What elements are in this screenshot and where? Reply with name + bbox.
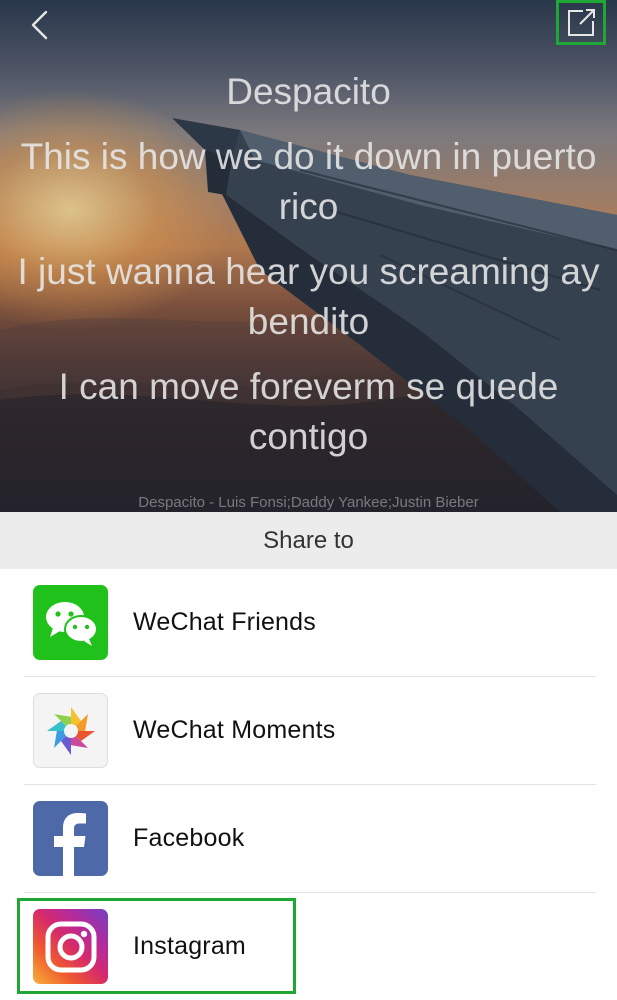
wechat-moments-icon xyxy=(33,693,108,768)
lyric-line: I just wanna hear you screaming ay bendi… xyxy=(17,251,600,342)
share-sheet-title: Share to xyxy=(0,512,617,569)
external-share-icon xyxy=(568,8,595,36)
song-title: Despacito xyxy=(226,71,391,112)
lyric-line: This is how we do it down in puerto rico xyxy=(20,136,597,227)
share-option-facebook[interactable]: Facebook xyxy=(0,785,617,892)
back-button[interactable] xyxy=(22,8,56,42)
facebook-icon xyxy=(33,801,108,876)
wechat-icon xyxy=(33,585,108,660)
instagram-icon xyxy=(33,909,108,984)
share-option-instagram[interactable]: Instagram xyxy=(0,893,617,1000)
lyrics-card: Despacito This is how we do it down in p… xyxy=(0,0,617,512)
share-option-label: Facebook xyxy=(133,824,245,852)
lyric-line: I can move foreverm se quede contigo xyxy=(58,366,559,457)
chevron-left-icon xyxy=(31,10,48,40)
share-option-label: WeChat Moments xyxy=(133,716,336,744)
share-option-wechat-moments[interactable]: WeChat Moments xyxy=(0,677,617,784)
share-option-label: Instagram xyxy=(133,932,246,960)
lyrics-text: Despacito This is how we do it down in p… xyxy=(0,68,617,477)
share-option-wechat-friends[interactable]: WeChat Friends xyxy=(0,569,617,676)
share-button[interactable] xyxy=(556,0,606,45)
share-option-label: WeChat Friends xyxy=(133,608,316,636)
song-credit: Despacito - Luis Fonsi;Daddy Yankee;Just… xyxy=(138,494,479,511)
